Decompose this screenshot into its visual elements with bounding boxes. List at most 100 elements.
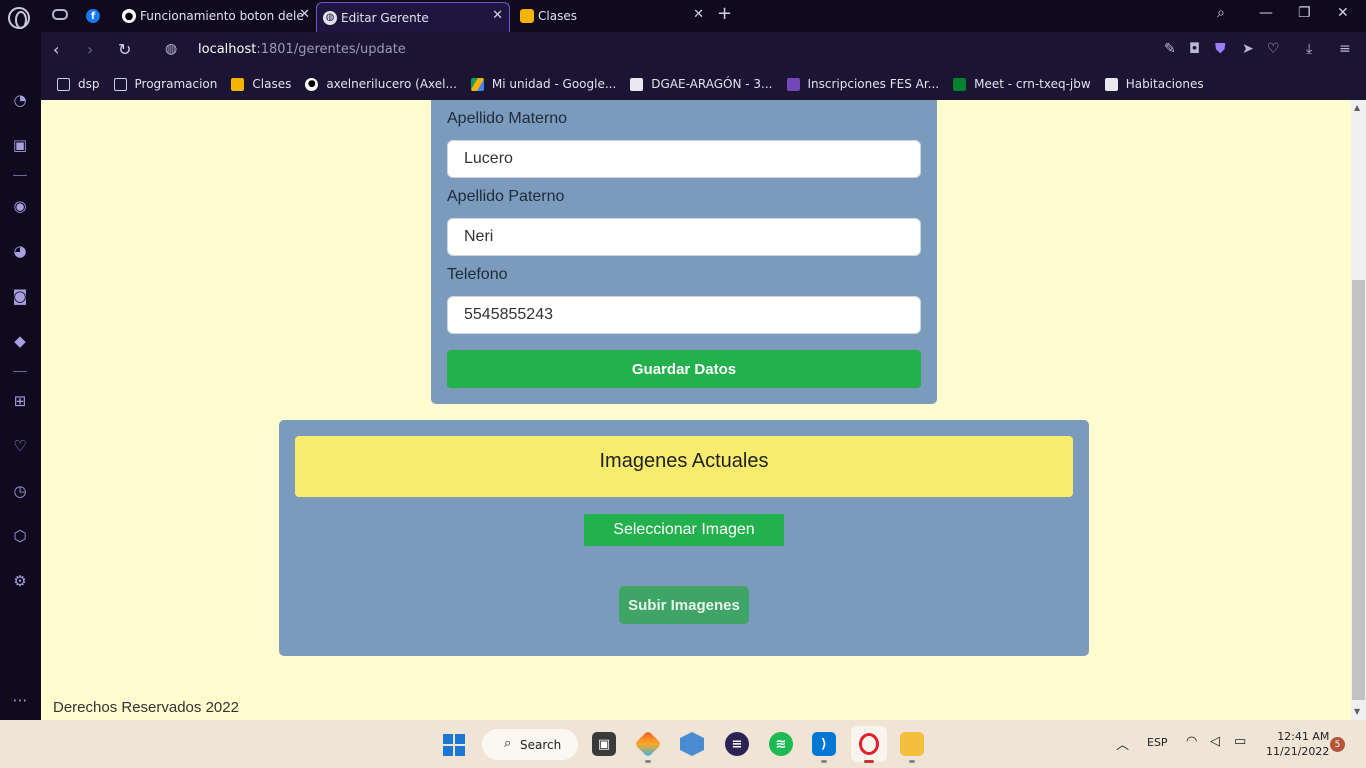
gamepad-icon[interactable] xyxy=(52,9,68,20)
maximize-icon[interactable]: ❐ xyxy=(1298,5,1311,21)
folder-icon xyxy=(57,77,70,91)
notification-badge[interactable]: 5 xyxy=(1330,737,1345,752)
taskbar-clock[interactable]: 12:41 AM 11/21/2022 xyxy=(1266,729,1329,759)
download-icon[interactable]: ⤓ xyxy=(1306,41,1312,57)
vpn-shield-icon[interactable]: ⛊ xyxy=(1215,41,1226,57)
tab-github[interactable]: ● Funcionamiento boton dele ✕ xyxy=(122,2,312,30)
twitter-icon[interactable]: ◆ xyxy=(10,331,30,351)
tab-strip: f ● Funcionamiento boton dele ✕ ◍ Editar… xyxy=(0,0,1366,32)
page-scrollbar[interactable]: ▲ ▼ xyxy=(1351,100,1366,720)
opera-icon xyxy=(859,733,879,755)
subir-imagenes-button[interactable]: Subir Imagenes xyxy=(619,586,749,624)
folder-icon xyxy=(113,77,127,91)
seleccionar-imagen-button[interactable]: Seleccionar Imagen xyxy=(584,514,784,546)
telefono-label: Telefono xyxy=(447,266,508,283)
close-icon[interactable]: ✕ xyxy=(693,7,704,22)
heart-icon[interactable]: ♡ xyxy=(1267,41,1280,57)
file-explorer-icon[interactable] xyxy=(900,732,924,756)
bookmark-label: Mi unidad - Google... xyxy=(491,77,617,91)
clock-date: 11/21/2022 xyxy=(1266,745,1330,758)
images-card: Imagenes Actuales Seleccionar Imagen Sub… xyxy=(279,420,1089,656)
running-indicator xyxy=(645,760,651,763)
virtualbox-icon[interactable] xyxy=(680,732,704,756)
messenger-icon[interactable]: ◉ xyxy=(10,196,30,216)
back-icon[interactable]: ‹ xyxy=(53,40,59,59)
bookmark-github[interactable]: ● axelnerilucero (Axel... xyxy=(305,77,457,91)
reload-icon[interactable]: ↻ xyxy=(118,40,131,59)
minimize-icon[interactable]: — xyxy=(1259,5,1273,21)
window-close-icon[interactable]: ✕ xyxy=(1337,5,1349,21)
guardar-datos-button[interactable]: Guardar Datos xyxy=(447,350,921,388)
classroom-icon xyxy=(520,9,534,23)
send-icon[interactable]: ➤ xyxy=(1242,41,1254,57)
images-header: Imagenes Actuales xyxy=(295,436,1073,497)
scroll-down-icon[interactable]: ▼ xyxy=(1354,707,1360,716)
apps-grid-icon[interactable]: ⊞ xyxy=(10,391,30,411)
bookmark-habitaciones[interactable]: Habitaciones xyxy=(1104,77,1204,91)
task-view-icon[interactable]: ▣ xyxy=(592,732,616,756)
scroll-thumb[interactable] xyxy=(1352,280,1365,700)
language-indicator[interactable]: ESP xyxy=(1147,736,1168,749)
search-tabs-icon[interactable]: ⌕ xyxy=(1217,5,1225,21)
more-icon[interactable]: ⋯ xyxy=(10,690,30,710)
telefono-input[interactable]: 5545855243 xyxy=(447,296,921,334)
close-icon[interactable]: ✕ xyxy=(492,8,503,23)
bookmark-dsp[interactable]: dsp xyxy=(57,77,100,91)
vscode-icon[interactable]: ⟩ xyxy=(812,732,836,756)
opera-taskbar-button[interactable] xyxy=(851,726,887,762)
taskbar-search[interactable]: ⌕ Search xyxy=(482,729,578,760)
bookmark-meet[interactable]: Meet - crn-txeq-jbw xyxy=(953,77,1091,91)
instagram-icon[interactable]: ◙ xyxy=(10,286,30,306)
bookmark-label: Programacion xyxy=(134,77,218,91)
speed-dial-icon[interactable]: ◔ xyxy=(10,90,30,110)
bookmark-label: Meet - crn-txeq-jbw xyxy=(974,77,1091,91)
scroll-up-icon[interactable]: ▲ xyxy=(1354,103,1360,112)
easy-setup-icon[interactable]: ≡ xyxy=(1339,41,1351,57)
bookmark-dgae[interactable]: DGAE-ARAGÓN - 3... xyxy=(630,77,773,91)
site-info-icon[interactable]: ◍ xyxy=(165,41,177,57)
close-icon[interactable]: ✕ xyxy=(299,7,310,22)
history-icon[interactable]: ◷ xyxy=(10,481,30,501)
gitkraken-icon[interactable] xyxy=(634,730,662,758)
windows-start-icon[interactable] xyxy=(443,734,465,756)
search-icon: ⌕ xyxy=(504,736,512,751)
bookmark-google-drive[interactable]: Mi unidad - Google... xyxy=(470,77,617,91)
bookmark-clases[interactable]: Clases xyxy=(231,77,291,91)
edit-icon[interactable]: ✎ xyxy=(1164,41,1176,57)
whatsapp-icon[interactable]: ◕ xyxy=(10,241,30,261)
battery-icon[interactable]: ▭ xyxy=(1234,734,1246,749)
heart-icon[interactable]: ♡ xyxy=(10,436,30,456)
eclipse-icon[interactable]: ≡ xyxy=(725,732,749,756)
tab-facebook[interactable]: f xyxy=(86,2,108,30)
bookmark-label: Clases xyxy=(252,77,292,91)
workspace-icon[interactable]: ▣ xyxy=(10,135,30,155)
wifi-icon[interactable]: ◠ xyxy=(1186,734,1197,749)
tab-editar-gerente[interactable]: ◍ Editar Gerente ✕ xyxy=(316,2,510,32)
volume-icon[interactable]: ◁ xyxy=(1210,734,1220,749)
bookmark-programacion[interactable]: Programacion xyxy=(113,77,218,91)
bookmark-inscripciones[interactable]: Inscripciones FES Ar... xyxy=(786,77,939,91)
cube-icon[interactable]: ⬡ xyxy=(10,526,30,546)
bookmark-label: DGAE-ARAGÓN - 3... xyxy=(651,77,773,91)
tab-clases[interactable]: Clases ✕ xyxy=(520,2,710,30)
url-host: localhost xyxy=(198,42,257,57)
browser-sidebar: ◔ ▣ ◉ ◕ ◙ ◆ ⊞ ♡ ◷ ⬡ ⚙ ⋯ xyxy=(0,32,41,720)
sidebar-divider xyxy=(13,371,27,372)
url-field[interactable]: localhost:1801/gerentes/update xyxy=(198,42,406,57)
apellido-materno-input[interactable]: Lucero xyxy=(447,140,921,178)
apellido-materno-label: Apellido Materno xyxy=(447,110,568,127)
new-tab-icon[interactable]: + xyxy=(717,3,732,24)
apellido-paterno-label: Apellido Paterno xyxy=(447,188,565,205)
settings-icon[interactable]: ⚙ xyxy=(10,571,30,591)
spotify-icon[interactable]: ≋ xyxy=(769,732,793,756)
opera-menu-icon[interactable] xyxy=(8,7,30,29)
windows-taskbar: ⌕ Search ▣ ≡ ≋ ⟩ ︿ ESP ◠ ◁ ▭ 12:41 AM 11… xyxy=(0,720,1366,768)
camera-icon[interactable]: ◘ xyxy=(1189,41,1200,57)
tray-chevron-icon[interactable]: ︿ xyxy=(1116,734,1129,753)
clock-time: 12:41 AM xyxy=(1277,730,1330,743)
github-icon: ● xyxy=(122,9,136,23)
apellido-paterno-input[interactable]: Neri xyxy=(447,218,921,256)
bookmarks-bar: dsp Programacion Clases ● axelnerilucero … xyxy=(41,68,1366,100)
forward-icon[interactable]: › xyxy=(87,40,93,59)
classroom-icon xyxy=(231,77,245,91)
